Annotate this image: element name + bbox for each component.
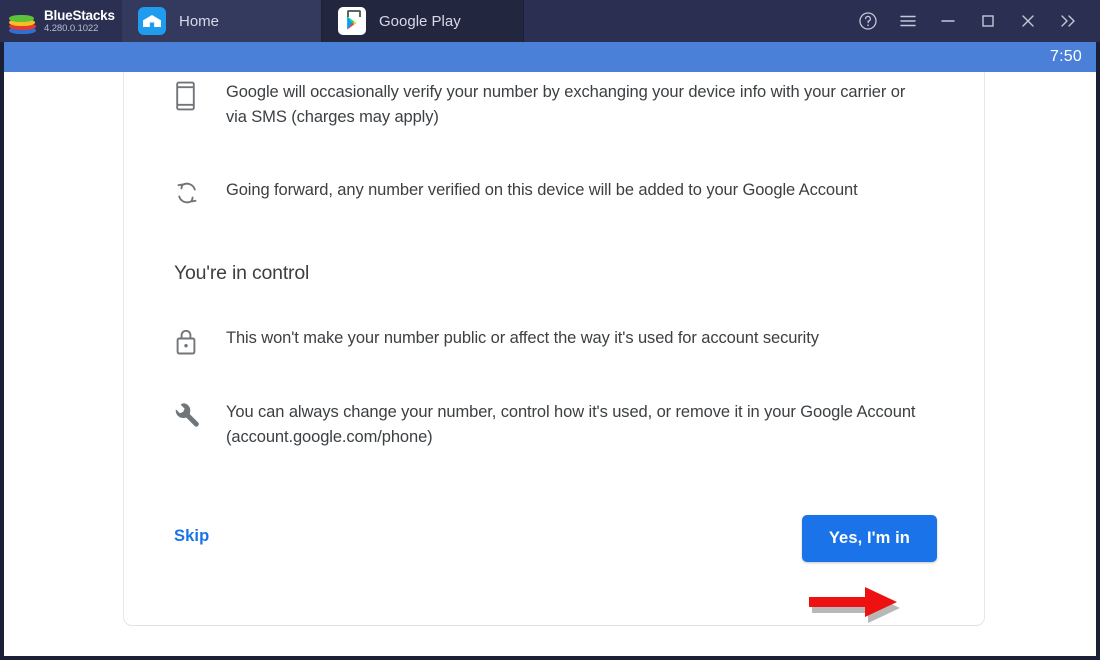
- list-item: Google will occasionally verify your num…: [174, 80, 926, 130]
- section-title: You're in control: [174, 262, 310, 284]
- android-screen: Google will occasionally verify your num…: [4, 72, 1096, 656]
- google-play-icon: [338, 7, 366, 35]
- help-icon[interactable]: [848, 0, 888, 42]
- list-item: Going forward, any number verified on th…: [174, 178, 858, 212]
- close-icon[interactable]: [1008, 0, 1048, 42]
- lock-icon: [174, 326, 226, 362]
- title-bar: BlueStacks 4.280.0.1022 Home Google Play: [0, 0, 1100, 42]
- phone-verification-card: Google will occasionally verify your num…: [123, 72, 985, 626]
- list-item-text: This won't make your number public or af…: [226, 329, 819, 347]
- brand-name: BlueStacks: [44, 7, 115, 23]
- minimize-icon[interactable]: [928, 0, 968, 42]
- skip-button[interactable]: Skip: [174, 527, 209, 546]
- tab-home-label: Home: [179, 12, 220, 30]
- list-item-text: You can always change your number, contr…: [226, 403, 916, 446]
- list-item: This won't make your number public or af…: [174, 326, 819, 362]
- confirm-button[interactable]: Yes, I'm in: [801, 515, 937, 562]
- play-triangle-icon: [346, 16, 356, 30]
- list-item-text: Going forward, any number verified on th…: [226, 181, 858, 199]
- android-status-bar: 7:50: [4, 42, 1096, 72]
- expand-more-icon[interactable]: [1048, 0, 1088, 42]
- maximize-icon[interactable]: [968, 0, 1008, 42]
- sync-icon: [174, 178, 226, 212]
- home-icon: [138, 7, 166, 35]
- bluestacks-window: BlueStacks 4.280.0.1022 Home Google Play: [0, 0, 1100, 660]
- tab-home[interactable]: Home: [122, 0, 322, 42]
- status-bar-clock: 7:50: [1050, 48, 1082, 65]
- bluestacks-logo-icon: [9, 8, 37, 34]
- window-controls: [848, 0, 1100, 42]
- tab-google-play[interactable]: Google Play: [322, 0, 524, 42]
- bluestacks-brand: BlueStacks 4.280.0.1022: [0, 0, 122, 42]
- menu-icon[interactable]: [888, 0, 928, 42]
- tab-google-play-label: Google Play: [379, 12, 461, 30]
- list-item-text: Google will occasionally verify your num…: [226, 83, 906, 126]
- red-arrow-annotation-icon: [809, 587, 900, 623]
- brand-version: 4.280.0.1022: [44, 23, 99, 34]
- phone-icon: [174, 80, 226, 116]
- wrench-icon: [174, 400, 226, 434]
- list-item: You can always change your number, contr…: [174, 400, 926, 450]
